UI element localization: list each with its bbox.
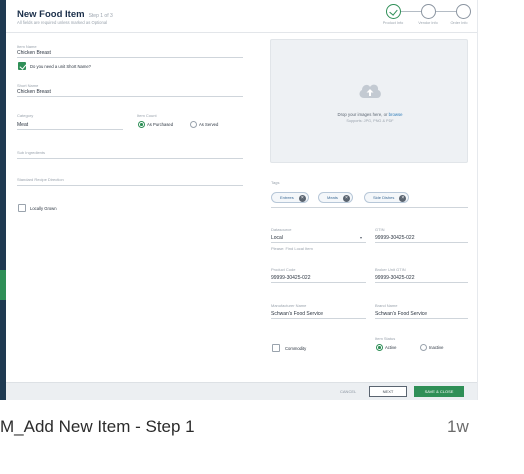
dropzone-formats: Supports: JPG, PNG & PDF: [346, 119, 394, 123]
brand-label: Brand Name: [375, 303, 398, 308]
item-status-label: Item Status: [375, 336, 396, 341]
page-title-text: New Food Item: [17, 9, 85, 20]
dropzone-text: Drop your images here, or: [337, 112, 388, 117]
datasource-label: Datasource: [271, 227, 292, 232]
status-active-label: Active: [385, 345, 397, 350]
item-name-label: Item Name: [17, 44, 37, 49]
broker-unit-gtin-label: Broker Unit GTIN: [375, 267, 406, 272]
category-underline: [17, 129, 123, 130]
status-inactive-label: Inactive: [429, 345, 444, 350]
as-purchased-radio[interactable]: [138, 121, 145, 128]
sidebar-accent-bar: [0, 0, 6, 400]
category-label: Category: [17, 113, 34, 118]
header-divider: [6, 32, 477, 33]
tag-chip[interactable]: Side Dishes ×: [364, 192, 410, 203]
brand-underline: [375, 318, 468, 319]
sub-ingredients-input[interactable]: [17, 158, 243, 159]
tag-chip-label: Entrees: [280, 195, 294, 200]
tag-chip-label: Meats: [327, 195, 338, 200]
manufacturer-underline: [271, 318, 366, 319]
status-active-radio[interactable]: [376, 344, 383, 351]
short-name-checkbox-label: Do you need a unit Short Name?: [30, 64, 91, 69]
step-2-circle-icon[interactable]: [421, 4, 436, 19]
brand-input[interactable]: Schwan's Food Service: [375, 311, 427, 317]
gtin-input[interactable]: 99999-30425-022: [375, 235, 414, 241]
step-1-check-icon[interactable]: [386, 4, 401, 19]
item-count-label: Item Count: [137, 113, 157, 118]
gtin-label: GTIN: [375, 227, 385, 232]
product-code-underline: [271, 282, 366, 283]
browse-link[interactable]: browse: [389, 112, 403, 117]
sub-ingredients-label: Sub Ingredients: [17, 150, 46, 155]
broker-unit-gtin-underline: [375, 282, 468, 283]
cancel-button[interactable]: CANCEL: [340, 389, 356, 394]
standard-recipe-input[interactable]: [17, 185, 243, 186]
step-3-label: Order Info: [450, 21, 468, 25]
locally-grown-label: Locally Grown: [30, 206, 57, 211]
datasource-select[interactable]: Local: [271, 235, 283, 241]
modified-time: 1w: [447, 417, 469, 436]
short-name-checkbox[interactable]: [18, 62, 26, 70]
page-title: New Food Item Step 1 of 3: [17, 9, 113, 20]
step-1-label: Product Info: [382, 21, 404, 25]
short-name-underline: [17, 96, 243, 97]
screenshot-thumbnail[interactable]: New Food Item Step 1 of 3 All fields are …: [0, 0, 478, 400]
item-name-underline: [17, 57, 243, 58]
broker-unit-gtin-input[interactable]: 99999-30425-022: [375, 275, 414, 281]
tag-remove-icon[interactable]: ×: [399, 194, 407, 202]
tags-underline: [271, 207, 468, 208]
datasource-help: Please: Find Local Item: [271, 246, 313, 251]
manufacturer-label: Manufacturer Name: [271, 303, 307, 308]
as-served-radio[interactable]: [190, 121, 197, 128]
save-close-button[interactable]: SAVE & CLOSE: [414, 386, 464, 397]
chevron-down-icon[interactable]: ▾: [360, 235, 362, 240]
item-name-input[interactable]: Chicken Breast: [17, 50, 51, 56]
progress-stepper: Product Info Vendor Info Order Info: [370, 4, 471, 32]
image-dropzone[interactable]: Drop your images here, or browse Support…: [270, 39, 468, 163]
as-purchased-label: As Purchased: [147, 122, 174, 127]
tag-chip[interactable]: Entrees ×: [271, 192, 309, 203]
category-select[interactable]: Meat: [17, 122, 28, 128]
as-served-label: As Served: [199, 122, 219, 127]
cloud-upload-icon: [357, 80, 383, 105]
product-code-label: Product Code: [271, 267, 296, 272]
step-3-circle-icon[interactable]: [456, 4, 471, 19]
tag-remove-icon[interactable]: ×: [298, 194, 306, 202]
commodity-label: Commodity: [285, 346, 307, 351]
tag-remove-icon[interactable]: ×: [342, 194, 350, 202]
dropzone-instructions: Drop your images here, or browse: [271, 112, 469, 117]
next-button[interactable]: NEXT: [369, 386, 407, 397]
step-2-label: Vendor Info: [418, 21, 438, 25]
gtin-underline: [375, 242, 468, 243]
file-name[interactable]: M_Add New Item - Step 1: [0, 417, 195, 437]
short-name-label: Short Name: [17, 83, 39, 88]
status-inactive-radio[interactable]: [420, 344, 427, 351]
manufacturer-input[interactable]: Schwan's Food Service: [271, 311, 323, 317]
standard-recipe-label: Standard Recipe Direction: [17, 177, 64, 182]
stepper-connector: [401, 11, 421, 12]
tags-label: Tags: [271, 180, 280, 185]
step-indicator: Step 1 of 3: [88, 13, 113, 19]
commodity-checkbox[interactable]: [272, 344, 280, 352]
tag-chip-label: Side Dishes: [373, 195, 395, 200]
datasource-underline: [271, 242, 366, 243]
locally-grown-checkbox[interactable]: [18, 204, 26, 212]
form-footer: [6, 382, 477, 400]
product-code-input[interactable]: 99999-30425-022: [271, 275, 310, 281]
tag-chip[interactable]: Meats ×: [318, 192, 353, 203]
stepper-connector: [436, 11, 456, 12]
page-subtitle: All fields are required unless marked as…: [17, 20, 108, 25]
short-name-input[interactable]: Chicken Breast: [17, 89, 51, 95]
